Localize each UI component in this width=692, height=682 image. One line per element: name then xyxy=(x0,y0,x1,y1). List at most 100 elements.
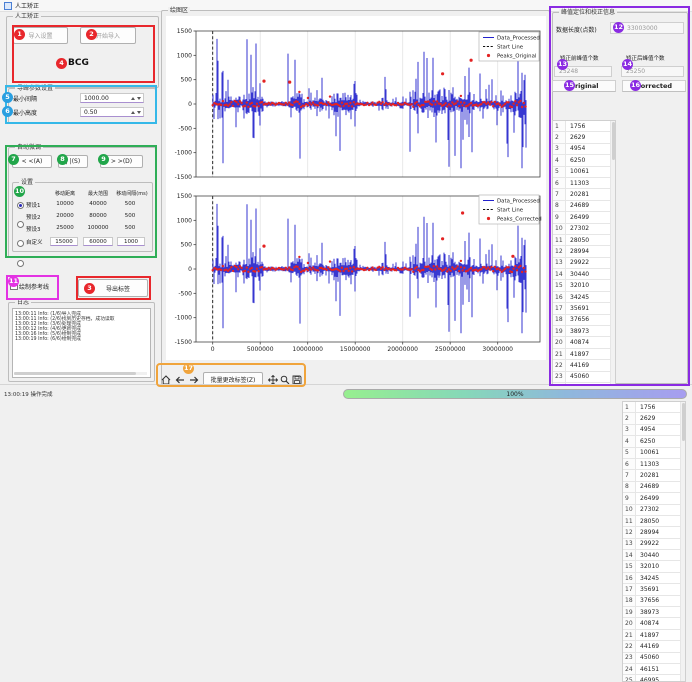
preset3-interval: 500 xyxy=(114,225,146,231)
table-row[interactable]: 1735691 xyxy=(623,584,685,595)
table-row[interactable]: 34954 xyxy=(553,144,615,155)
table-row[interactable]: 1634245 xyxy=(553,292,615,303)
table-row[interactable]: 2141897 xyxy=(623,630,685,641)
annotation-badge-10: 10 xyxy=(14,186,25,197)
table-row[interactable]: 1634245 xyxy=(623,573,685,584)
preset3-range: 100000 xyxy=(82,225,114,231)
table-row[interactable]: 1532010 xyxy=(553,280,615,291)
svg-text:500: 500 xyxy=(181,77,193,84)
svg-text:10000000: 10000000 xyxy=(292,346,323,353)
svg-text:30000000: 30000000 xyxy=(482,346,513,353)
preset3-radio[interactable] xyxy=(17,240,24,247)
svg-text:Data_Processed: Data_Processed xyxy=(497,199,540,205)
annotation-badge-17: 17 xyxy=(183,363,194,374)
log-hscrollbar[interactable] xyxy=(14,372,147,375)
spin-up-icon[interactable] xyxy=(131,111,135,114)
svg-text:15000000: 15000000 xyxy=(340,346,371,353)
peak-info-title: 峰值定位和校正信息 xyxy=(559,9,617,16)
original-table-scrollbar[interactable] xyxy=(610,121,615,400)
annotation-badge-7: 7 xyxy=(8,154,19,165)
custom-distance-input[interactable]: 15000 xyxy=(50,237,78,246)
table-row[interactable]: 824689 xyxy=(553,201,615,212)
table-row[interactable]: 2040874 xyxy=(623,618,685,629)
table-row[interactable]: 2446151 xyxy=(623,664,685,675)
table-row[interactable]: 1938973 xyxy=(623,607,685,618)
table-row[interactable]: 611303 xyxy=(623,459,685,470)
table-row[interactable]: 824689 xyxy=(623,482,685,493)
original-column-header[interactable]: Original xyxy=(552,80,616,92)
table-row[interactable]: 1128050 xyxy=(553,235,615,246)
table-row[interactable]: 1735691 xyxy=(553,303,615,314)
corrected-peaks-table[interactable]: 1175622629349544625051006161130372028182… xyxy=(622,401,686,682)
spin-down-icon[interactable] xyxy=(137,111,141,114)
table-row[interactable]: 11756 xyxy=(553,121,615,132)
preset2-label: 预设2 xyxy=(26,213,41,221)
table-row[interactable]: 611303 xyxy=(553,178,615,189)
table-row[interactable]: 926499 xyxy=(553,212,615,223)
table-row[interactable]: 2040874 xyxy=(553,337,615,348)
table-row[interactable]: 1837656 xyxy=(553,315,615,326)
svg-text:Start Line: Start Line xyxy=(497,45,524,51)
table-row[interactable]: 1027302 xyxy=(623,505,685,516)
log-group-title: 日志 xyxy=(15,299,31,306)
table-row[interactable]: 720281 xyxy=(553,189,615,200)
status-message: 13:00:19 操作完成 xyxy=(4,390,52,398)
corrected-table-scrollbar[interactable] xyxy=(680,402,685,681)
table-row[interactable]: 22629 xyxy=(553,132,615,143)
annotation-badge-16: 16 xyxy=(630,80,641,91)
min-interval-spinbox[interactable]: 1000.00 xyxy=(80,93,144,103)
custom-interval-input[interactable]: 1000 xyxy=(117,237,145,246)
min-interval-value: 1000.00 xyxy=(84,95,131,102)
spin-up-icon[interactable] xyxy=(131,97,135,100)
table-row[interactable]: 2345060 xyxy=(623,653,685,664)
table-row[interactable]: 1329922 xyxy=(623,539,685,550)
annotation-badge-3: 3 xyxy=(84,283,95,294)
table-row[interactable]: 1228994 xyxy=(553,246,615,257)
table-row[interactable]: 720281 xyxy=(623,470,685,481)
table-row[interactable]: 1329922 xyxy=(553,258,615,269)
annotation-badge-11: 11 xyxy=(8,276,19,287)
table-row[interactable]: 2244169 xyxy=(623,641,685,652)
table-row[interactable]: 926499 xyxy=(623,493,685,504)
table-row[interactable]: 1027302 xyxy=(553,224,615,235)
table-row[interactable]: 1532010 xyxy=(623,561,685,572)
svg-text:20000000: 20000000 xyxy=(387,346,418,353)
table-row[interactable]: 2546995 xyxy=(623,675,685,682)
annotation-badge-13: 13 xyxy=(557,59,568,70)
preset1-range: 40000 xyxy=(82,201,114,207)
table-row[interactable]: 34954 xyxy=(623,425,685,436)
table-row[interactable]: 1128050 xyxy=(623,516,685,527)
preset1-radio[interactable] xyxy=(17,202,24,209)
table-row[interactable]: 1837656 xyxy=(623,596,685,607)
table-row[interactable]: 2244169 xyxy=(553,360,615,371)
svg-text:-500: -500 xyxy=(178,125,192,132)
original-peaks-table[interactable]: 1175622629349544625051006161130372028182… xyxy=(552,120,616,401)
table-row[interactable]: 1938973 xyxy=(553,326,615,337)
custom-range-input[interactable]: 60000 xyxy=(83,237,113,246)
svg-text:Peaks_Corrected: Peaks_Corrected xyxy=(497,217,542,223)
table-row[interactable]: 1228994 xyxy=(623,527,685,538)
custom-label: 自定义 xyxy=(26,238,43,246)
svg-text:-1000: -1000 xyxy=(175,150,193,157)
annotation-badge-9: 9 xyxy=(98,154,109,165)
table-row[interactable]: 1430440 xyxy=(623,550,685,561)
figure-canvas[interactable]: 150010005000-500-1000-1500Data_Processed… xyxy=(166,16,546,360)
preset2-range: 80000 xyxy=(82,213,114,219)
table-row[interactable]: 2141897 xyxy=(553,349,615,360)
table-row[interactable]: 11756 xyxy=(623,402,685,413)
table-row[interactable]: 1430440 xyxy=(553,269,615,280)
table-row[interactable]: 2345060 xyxy=(553,372,615,383)
table-row[interactable]: 46250 xyxy=(553,155,615,166)
table-row[interactable]: 510061 xyxy=(623,448,685,459)
custom-radio[interactable] xyxy=(17,260,24,267)
svg-text:1500: 1500 xyxy=(177,28,192,35)
table-row[interactable]: 22629 xyxy=(623,413,685,424)
table-row[interactable]: 46250 xyxy=(623,436,685,447)
manual-correction-window: { "window": { "title": "人工矫正" }, "left":… xyxy=(0,0,692,400)
preset2-radio[interactable] xyxy=(17,221,24,228)
preset1-label: 预设1 xyxy=(26,201,41,209)
table-row[interactable]: 510061 xyxy=(553,167,615,178)
annotation-badge-1: 1 xyxy=(14,29,25,40)
spin-down-icon[interactable] xyxy=(137,97,141,100)
min-height-spinbox[interactable]: 0.50 xyxy=(80,107,144,117)
